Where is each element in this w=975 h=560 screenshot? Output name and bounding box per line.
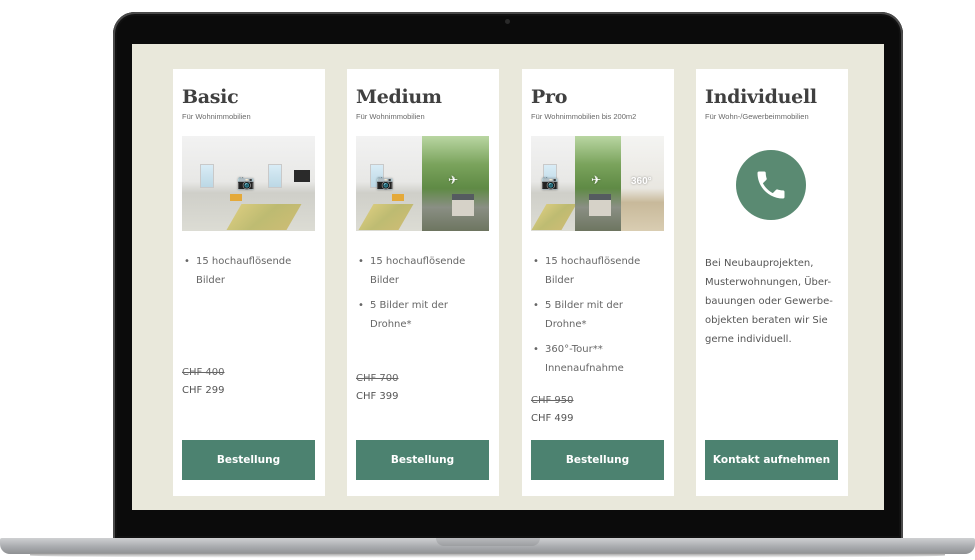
camera-icon: 📷: [541, 175, 559, 191]
webcam: [505, 19, 510, 24]
plan-title: Pro: [531, 86, 568, 108]
feature-item: 15 hochauflösende Bilder: [182, 252, 317, 290]
order-button[interactable]: Bestellung: [531, 440, 664, 480]
camera-icon: 📷: [237, 175, 255, 191]
new-price: CHF 299: [182, 385, 225, 396]
plan-preview-image: 📷 ✈ 360°: [531, 136, 664, 231]
laptop-shadow: [30, 553, 945, 558]
contact-button[interactable]: Kontakt aufnehmen: [705, 440, 838, 480]
pricing-card-pro: Pro Für Wohnimmobilien bis 200m2 📷 ✈ 360…: [522, 69, 674, 496]
camera-icon: 📷: [376, 175, 394, 191]
old-price: CHF 700: [356, 373, 399, 384]
plan-subtitle: Für Wohnimmobilien bis 200m2: [531, 112, 637, 121]
drone-icon: ✈: [591, 173, 602, 187]
feature-list: 15 hochauflösende Bilder: [182, 252, 317, 296]
phone-icon: [736, 150, 806, 220]
feature-item: 360°-Tour** Innenaufnahme: [531, 340, 666, 378]
feature-list: 15 hochauflösende Bilder 5 Bilder mit de…: [356, 252, 491, 340]
feature-list: 15 hochauflösende Bilder 5 Bilder mit de…: [531, 252, 666, 384]
pricing-card-basic: Basic Für Wohnimmobilien 📷 15 hochauflös…: [173, 69, 325, 496]
plan-subtitle: Für Wohnimmobilien: [182, 112, 251, 121]
pricing-card-medium: Medium Für Wohnimmobilien 📷 ✈ 15 hochauf…: [347, 69, 499, 496]
old-price: CHF 950: [531, 395, 574, 406]
order-button[interactable]: Bestellung: [356, 440, 489, 480]
feature-item: 15 hochauflösende Bilder: [531, 252, 666, 290]
feature-item: 5 Bilder mit der Drohne*: [356, 296, 491, 334]
drone-icon: ✈: [448, 173, 459, 187]
new-price: CHF 499: [531, 413, 574, 424]
order-button[interactable]: Bestellung: [182, 440, 315, 480]
plan-title: Individuell: [705, 86, 817, 108]
feature-item: 15 hochauflösende Bilder: [356, 252, 491, 290]
feature-item: 5 Bilder mit der Drohne*: [531, 296, 666, 334]
plan-description: Bei Neubauprojekten, Musterwohnungen, Üb…: [705, 258, 833, 345]
plan-title: Medium: [356, 86, 442, 108]
plan-title: Basic: [182, 86, 239, 108]
plan-preview-image: 📷: [182, 136, 315, 231]
360-badge: 360°: [631, 176, 652, 187]
laptop-screen: Basic Für Wohnimmobilien 📷 15 hochauflös…: [132, 44, 884, 510]
pricing-card-individuell: Individuell Für Wohn-/Gewerbeimmobilien …: [696, 69, 848, 496]
new-price: CHF 399: [356, 391, 399, 402]
laptop-notch: [436, 538, 540, 546]
plan-subtitle: Für Wohn-/Gewerbeimmobilien: [705, 112, 809, 121]
plan-subtitle: Für Wohnimmobilien: [356, 112, 425, 121]
old-price: CHF 400: [182, 367, 225, 378]
plan-preview-image: 📷 ✈: [356, 136, 489, 231]
